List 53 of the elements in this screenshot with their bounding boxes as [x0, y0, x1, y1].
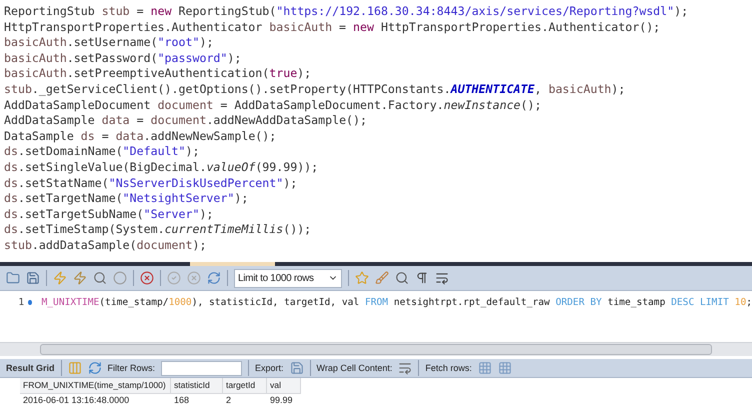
table-cell-text: 2 — [225, 394, 232, 406]
export-icon[interactable] — [290, 361, 304, 375]
table-cell-text: 99.99 — [269, 394, 294, 406]
pilcrow-icon[interactable] — [415, 271, 429, 286]
code-line: ds.setDomainName("Default"); — [4, 144, 200, 160]
lightning-icon[interactable] — [73, 271, 87, 286]
code-line: ds.setTargetName("NetsightServer"); — [4, 191, 250, 207]
code-line: DataSample ds = data.addNewNewSample(); — [4, 128, 278, 144]
star-icon[interactable] — [355, 271, 369, 286]
statement-dot-icon — [28, 300, 32, 306]
check-icon[interactable] — [167, 271, 181, 286]
columns-icon[interactable] — [68, 361, 82, 375]
code-line: ds.setSingleValue(BigDecimal.valueOf(99.99)); — [4, 160, 320, 176]
magnifier-icon[interactable] — [93, 271, 107, 286]
limit-select[interactable]: Limit to 1000 rows — [234, 268, 342, 288]
error-icon[interactable] — [140, 271, 154, 286]
cancel-icon[interactable] — [187, 271, 201, 286]
sql-query: M_UNIXTIME(time_stamp/1000), statisticId, targetId, val FROM netsightrpt.rpt_default_raw ORDER BY time_stamp DESC LIMIT 10; — [42, 297, 752, 308]
refresh-icon[interactable] — [88, 361, 102, 375]
column-header[interactable]: FROM_UNIXTIME(time_stamp/1000) — [20, 378, 171, 394]
brush-icon[interactable] — [375, 271, 389, 286]
export-label: Export: — [255, 363, 284, 373]
code-line: AddDataSampleDocument document = AddDataSampleDocument.Factory.newInstance(); — [4, 98, 542, 114]
wrap-icon[interactable] — [435, 271, 449, 286]
wrap-icon[interactable] — [398, 361, 412, 375]
result-grid-tab[interactable]: Result Grid — [6, 363, 55, 373]
code-line: ds.setStatName("NsServerDiskUsedPercent"); — [4, 176, 298, 192]
wrap-label: Wrap Cell Content: — [316, 363, 392, 373]
column-header[interactable]: statisticId — [171, 378, 223, 394]
folder-icon[interactable] — [6, 271, 20, 286]
scrollbar-thumb[interactable] — [40, 344, 712, 356]
code-line: stub._getServiceClient().getOptions().setProperty(HTTPConstants.AUTHENTICATE, basicAuth); — [4, 82, 626, 98]
code-line: ds.setTimeStamp(System.currentTimeMillis()); — [4, 222, 312, 238]
save-icon[interactable] — [26, 271, 40, 286]
filter-label: Filter Rows: — [108, 363, 156, 373]
line-number: 1 — [17, 297, 24, 308]
code-line: basicAuth.setUsername("root"); — [4, 35, 214, 51]
column-header[interactable]: targetId — [223, 378, 267, 394]
fetch-label: Fetch rows: — [425, 363, 472, 373]
code-line: ds.setTargetSubName("Server"); — [4, 206, 214, 222]
code-line: ReportingStub stub = new ReportingStub("https://192.168.30.34:8443/axis/services/Reporting?wsdl"); — [4, 4, 690, 20]
code-line: stub.addDataSample(document); — [4, 238, 208, 254]
lightning-icon[interactable] — [53, 271, 67, 286]
column-header[interactable]: val — [267, 378, 301, 394]
table-cell-text: 2016-06-01 13:16:48.0000 — [22, 394, 130, 406]
code-line: HttpTransportProperties.Authenticator basicAuth = new HttpTransportProperties.Authenticator(); — [4, 20, 662, 36]
table-cell-text: 168 — [173, 394, 190, 406]
horizontal-scrollbar[interactable] — [0, 342, 752, 356]
code-line: AddDataSample data = document.addNewAddDataSample(); — [4, 113, 368, 129]
filter-input[interactable] — [161, 360, 242, 376]
search-icon[interactable] — [395, 271, 409, 286]
code-line: basicAuth.setPreemptiveAuthentication(true); — [4, 66, 312, 82]
code-line: basicAuth.setPassword("password"); — [4, 50, 242, 66]
